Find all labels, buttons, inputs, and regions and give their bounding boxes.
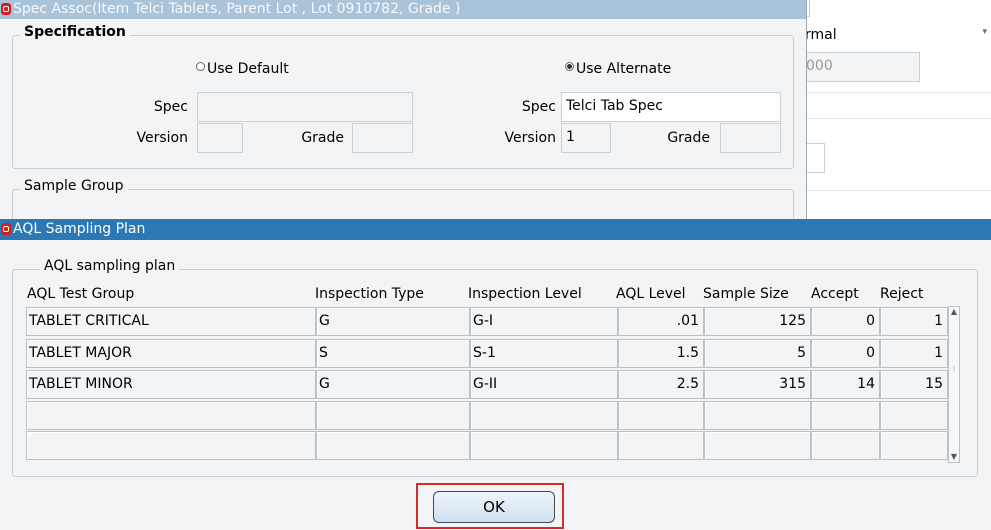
spec-assoc-window: Spec Assoc(Item Telci Tablets, Parent Lo… — [0, 0, 807, 239]
table-row-3-test-group[interactable] — [26, 401, 316, 430]
default-spec-field[interactable] — [197, 92, 413, 122]
window-icon — [1, 223, 11, 235]
column-header-inspection-type: Inspection Type — [315, 286, 424, 302]
column-header-test-group: AQL Test Group — [27, 286, 135, 302]
table-row-1-reject[interactable]: 1 — [880, 339, 948, 368]
bg-combo-value: rmal — [805, 27, 837, 43]
use-alternate-label: Use Alternate — [576, 61, 672, 77]
table-row-4-test-group[interactable] — [26, 431, 316, 460]
table-row-3-inspection-type[interactable] — [316, 401, 470, 430]
spec-assoc-titlebar[interactable]: Spec Assoc(Item Telci Tablets, Parent Lo… — [0, 0, 806, 19]
table-row-2-test-group[interactable]: TABLET MINOR — [26, 370, 316, 399]
table-row-2-inspection-type[interactable]: G — [316, 370, 470, 399]
alternate-grade-label: Grade — [667, 130, 710, 146]
table-row-0-reject[interactable]: 1 — [880, 307, 948, 336]
column-header-aql-level: AQL Level — [616, 286, 686, 302]
table-row-4-reject[interactable] — [880, 431, 948, 460]
bg-field-small[interactable] — [805, 143, 825, 173]
table-row-4-sample-size[interactable] — [704, 431, 811, 460]
table-row-2-aql-level[interactable]: 2.5 — [618, 370, 704, 399]
table-row-0-aql-level[interactable]: .01 — [618, 307, 704, 336]
alternate-grade-field[interactable] — [720, 123, 781, 153]
table-row-3-reject[interactable] — [880, 401, 948, 430]
ok-button[interactable]: OK — [433, 491, 555, 523]
table-row-4-inspection-level[interactable] — [470, 431, 618, 460]
bg-field[interactable]: 000 — [805, 52, 920, 82]
aql-title: AQL Sampling Plan — [13, 221, 146, 237]
table-row-0-sample-size[interactable]: 125 — [704, 307, 811, 336]
sample-group-label: Sample Group — [20, 178, 128, 194]
default-grade-label: Grade — [301, 130, 344, 146]
table-row-2-reject[interactable]: 15 — [880, 370, 948, 399]
table-row-1-inspection-type[interactable]: S — [316, 339, 470, 368]
alternate-version-label: Version — [504, 130, 556, 146]
column-header-inspection-level: Inspection Level — [468, 286, 582, 302]
grid-scrollbar[interactable]: ▲ ⁞ ▼ — [948, 306, 960, 463]
table-row-0-accept[interactable]: 0 — [811, 307, 880, 336]
alternate-version-field[interactable]: 1 — [561, 123, 611, 153]
radio-off-icon — [196, 62, 205, 71]
default-version-label: Version — [136, 130, 188, 146]
table-row-2-accept[interactable]: 14 — [811, 370, 880, 399]
spec-assoc-title: Spec Assoc(Item Telci Tablets, Parent Lo… — [13, 1, 461, 17]
column-header-reject: Reject — [880, 286, 924, 302]
aql-plan-label: AQL sampling plan — [40, 258, 180, 274]
default-spec-label: Spec — [153, 99, 188, 115]
alternate-spec-label: Spec — [521, 99, 556, 115]
table-row-1-test-group[interactable]: TABLET MAJOR — [26, 339, 316, 368]
specification-label: Specification — [20, 24, 130, 40]
table-row-1-inspection-level[interactable]: S-1 — [470, 339, 618, 368]
table-row-0-test-group[interactable]: TABLET CRITICAL — [26, 307, 316, 336]
column-header-sample-size: Sample Size — [703, 286, 789, 302]
default-version-field[interactable] — [197, 123, 243, 153]
use-default-radio[interactable]: Use Default — [196, 61, 289, 77]
bg-field-value: 000 — [806, 58, 833, 74]
table-row-1-sample-size[interactable]: 5 — [704, 339, 811, 368]
table-row-1-aql-level[interactable]: 1.5 — [618, 339, 704, 368]
table-row-3-aql-level[interactable] — [618, 401, 704, 430]
table-row-1-accept[interactable]: 0 — [811, 339, 880, 368]
chevron-down-icon: ▾ — [982, 27, 987, 37]
bg-combo[interactable]: rmal ▾ — [805, 21, 991, 49]
use-alternate-radio[interactable]: Use Alternate — [565, 61, 671, 77]
use-default-label: Use Default — [207, 61, 289, 77]
table-row-0-inspection-type[interactable]: G — [316, 307, 470, 336]
table-row-4-aql-level[interactable] — [618, 431, 704, 460]
scroll-down-icon[interactable]: ▼ — [950, 453, 958, 461]
table-row-3-sample-size[interactable] — [704, 401, 811, 430]
column-header-accept: Accept — [811, 286, 859, 302]
scroll-up-icon[interactable]: ▲ — [950, 308, 958, 316]
table-row-4-inspection-type[interactable] — [316, 431, 470, 460]
scroll-grip-icon[interactable]: ⁞ — [950, 365, 958, 373]
alternate-spec-field[interactable]: Telci Tab Spec — [561, 92, 781, 122]
radio-on-icon — [565, 62, 574, 71]
table-row-0-inspection-level[interactable]: G-I — [470, 307, 618, 336]
table-row-4-accept[interactable] — [811, 431, 880, 460]
default-grade-field[interactable] — [352, 123, 413, 153]
table-row-3-inspection-level[interactable] — [470, 401, 618, 430]
window-icon — [1, 3, 11, 15]
aql-titlebar[interactable]: AQL Sampling Plan — [0, 219, 991, 240]
table-row-3-accept[interactable] — [811, 401, 880, 430]
table-row-2-sample-size[interactable]: 315 — [704, 370, 811, 399]
table-row-2-inspection-level[interactable]: G-II — [470, 370, 618, 399]
